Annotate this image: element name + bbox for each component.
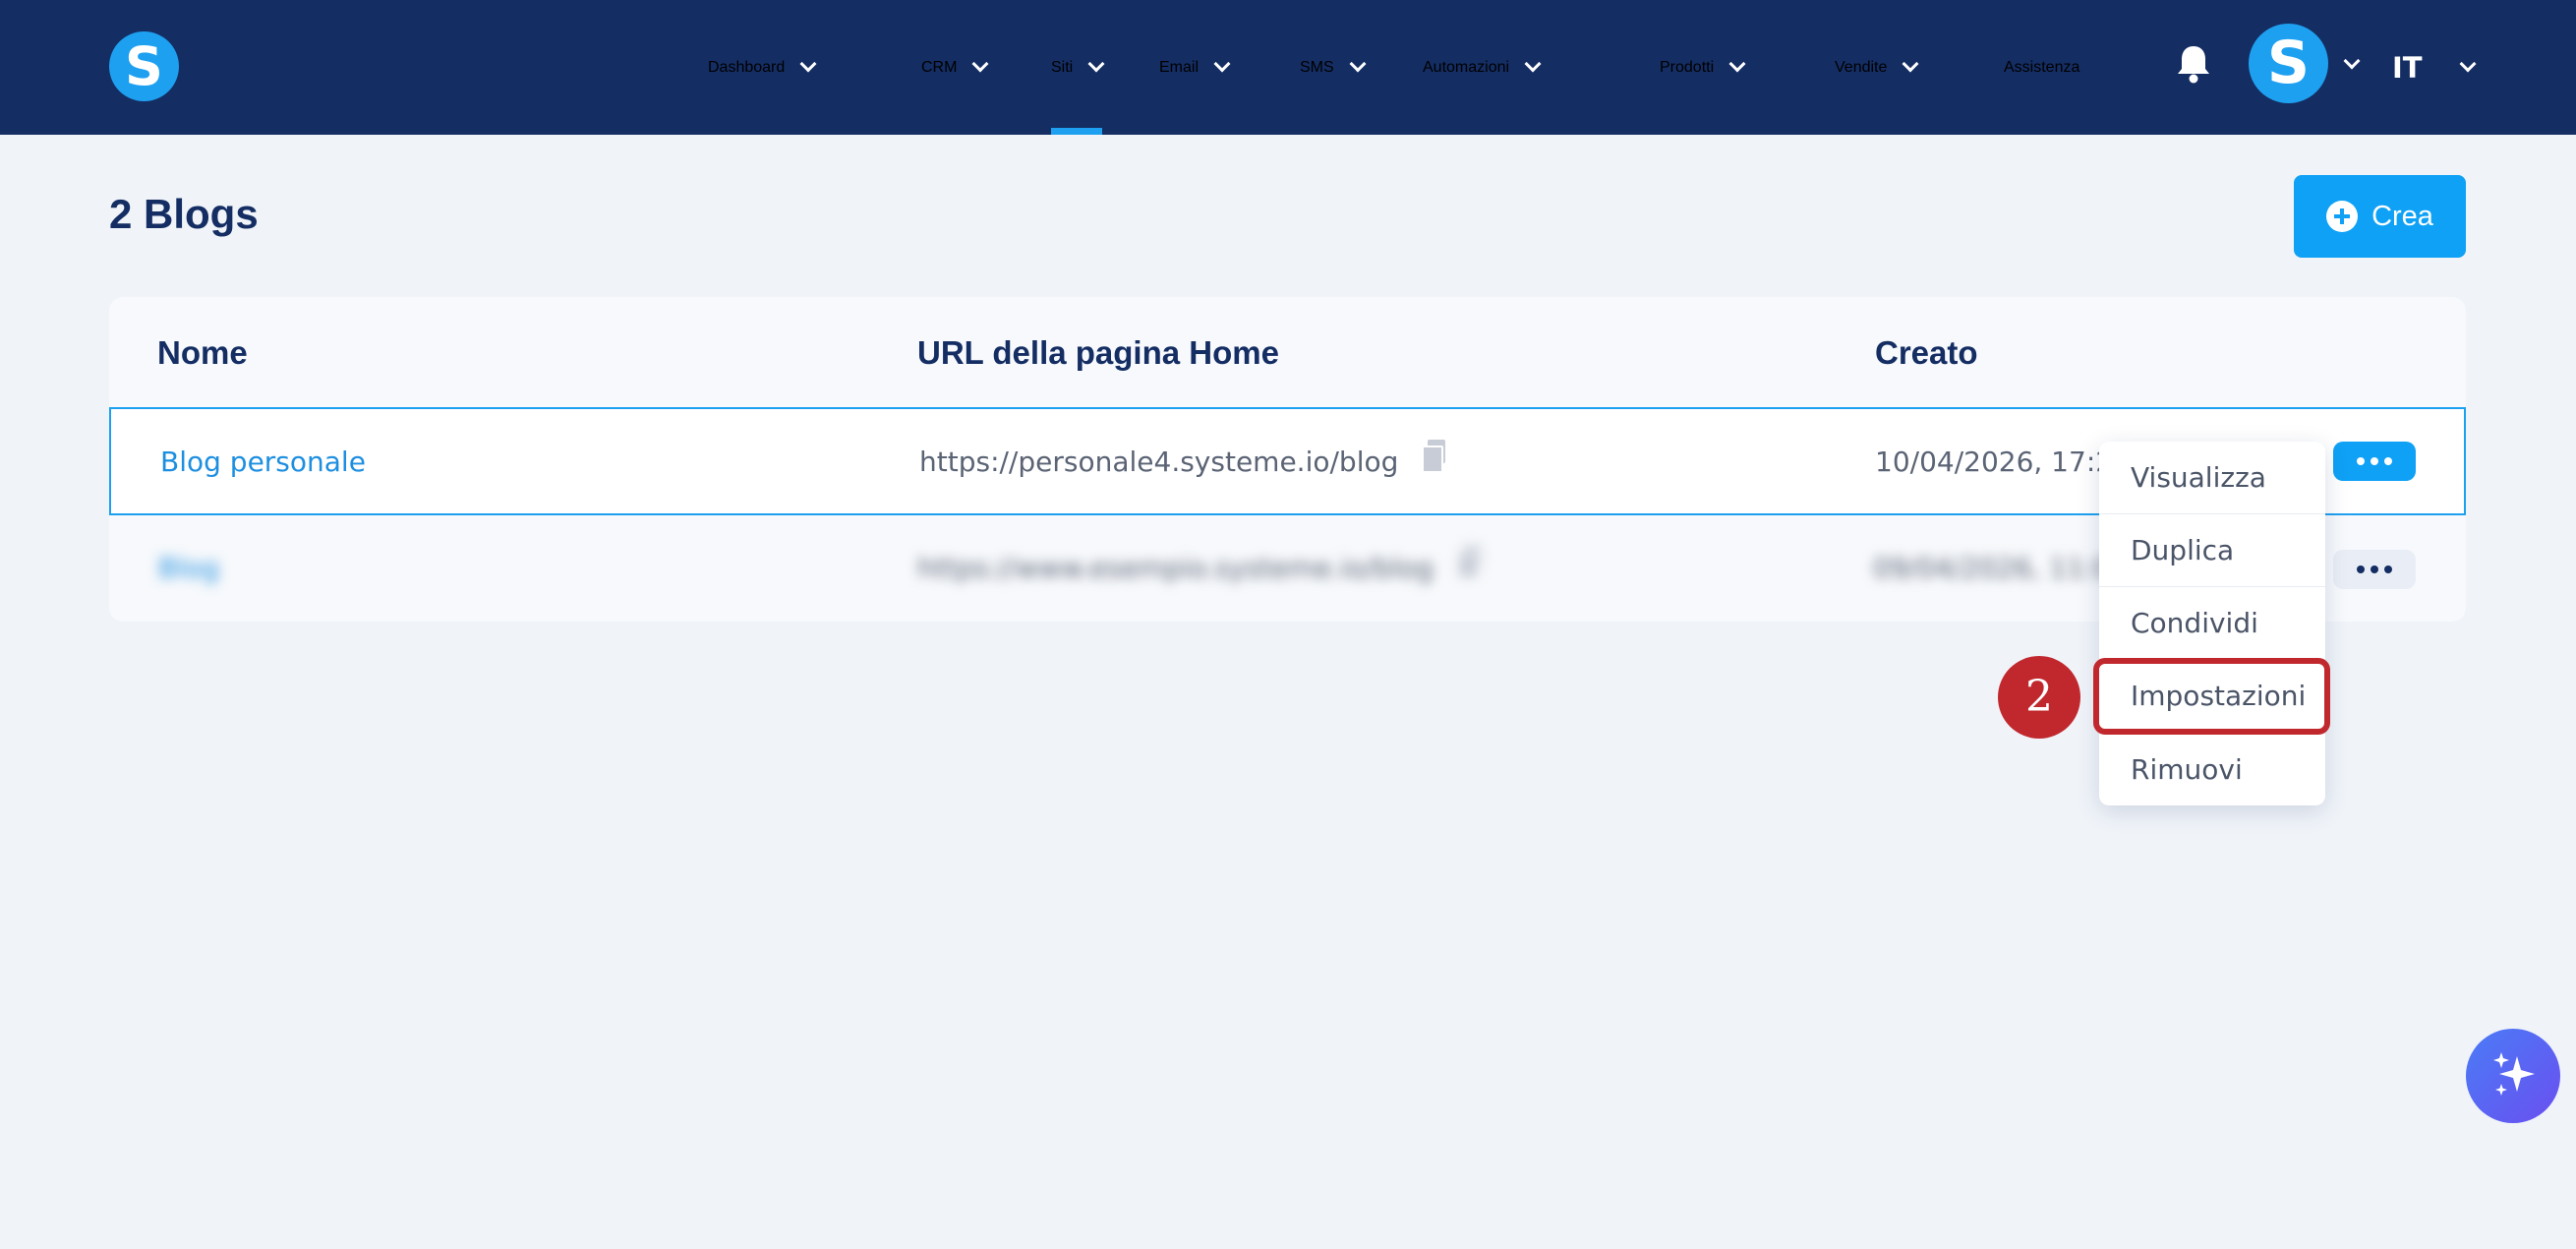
menu-item-condividi[interactable]: Condividi [2099, 587, 2325, 660]
nav-vendite[interactable]: Vendite [1835, 0, 1919, 135]
systeme-logo[interactable]: S [109, 31, 179, 101]
chevron-down-icon [971, 55, 989, 72]
nav-assistenza[interactable]: Assistenza [2004, 0, 2079, 135]
plus-circle-icon [2326, 201, 2359, 232]
chevron-down-icon[interactable] [2343, 52, 2361, 70]
nav-prodotti[interactable]: Prodotti [1660, 0, 1746, 135]
user-avatar[interactable]: S [2249, 24, 2328, 103]
chevron-down-icon [1087, 55, 1105, 72]
copy-icon[interactable] [1422, 440, 1446, 473]
ai-assistant-button[interactable] [2466, 1029, 2560, 1123]
nav-sms[interactable]: SMS [1300, 0, 1367, 135]
chevron-down-icon [1524, 55, 1542, 72]
created-date: 09/04/2026, 11:02 [1873, 551, 2129, 584]
chevron-down-icon [1902, 55, 1919, 72]
created-date: 10/04/2026, 17:24 [1875, 445, 2131, 478]
blog-url: https://personale4.systeme.io/blog [919, 409, 1446, 513]
blog-name-link[interactable]: Blog personale [160, 409, 366, 513]
chevron-down-icon [1728, 55, 1746, 72]
menu-item-visualizza[interactable]: Visualizza [2099, 442, 2325, 514]
create-button[interactable]: Crea [2294, 175, 2466, 258]
blog-name-link[interactable]: Blog [158, 515, 219, 620]
chevron-down-icon [799, 55, 817, 72]
column-header-created: Creato [1875, 334, 1978, 371]
menu-item-duplica[interactable]: Duplica [2099, 514, 2325, 587]
nav-siti[interactable]: Siti [1051, 0, 1105, 135]
chevron-down-icon [1349, 55, 1367, 72]
step-badge: 2 [1998, 656, 2080, 739]
bell-icon[interactable] [2177, 44, 2210, 84]
copy-icon[interactable] [1456, 546, 1481, 579]
nav-automazioni[interactable]: Automazioni [1423, 0, 1542, 135]
column-header-name: Nome [157, 334, 248, 371]
chevron-down-icon [2459, 55, 2477, 72]
row-actions-button[interactable] [2333, 442, 2416, 481]
page-title: 2 Blogs [109, 191, 259, 237]
nav-email[interactable]: Email [1159, 0, 1231, 135]
blog-url: https://www.esempio.systeme.io/blog [917, 515, 1481, 620]
row-actions-menu: Visualizza Duplica Condividi Impostazion… [2099, 442, 2325, 805]
row-actions-button[interactable] [2333, 550, 2416, 589]
nav-crm[interactable]: CRM [921, 0, 989, 135]
chevron-down-icon [1213, 55, 1231, 72]
highlight-box [2093, 658, 2330, 735]
nav-dashboard[interactable]: Dashboard [708, 0, 817, 135]
sparkle-icon [2493, 1052, 2535, 1096]
language-selector[interactable]: IT [2392, 0, 2477, 135]
column-header-url: URL della pagina Home [917, 334, 1279, 371]
top-navbar: S Dashboard CRM Siti Email SMS Automazio… [0, 0, 2576, 135]
menu-item-rimuovi[interactable]: Rimuovi [2099, 733, 2325, 805]
